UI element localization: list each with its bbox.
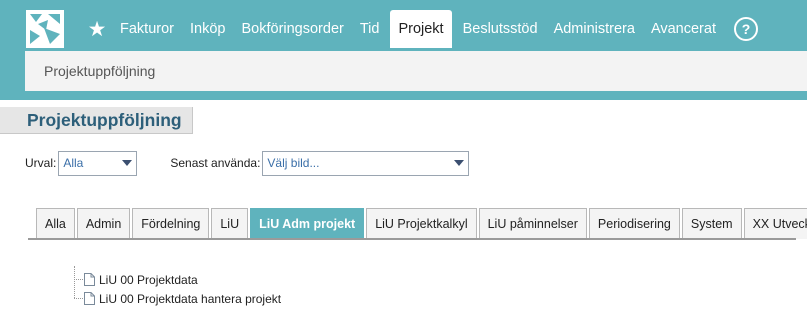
chevron-down-icon [122, 159, 133, 166]
breadcrumb: Projektuppföljning [25, 51, 807, 91]
app-logo-icon[interactable] [26, 10, 64, 48]
senast-anvanda-select[interactable]: Välj bild... [262, 150, 470, 176]
tab-fordelning[interactable]: Fördelning [132, 208, 210, 239]
tab-liu[interactable]: LiU [211, 208, 249, 239]
nav-item-tid[interactable]: Tid [352, 10, 388, 48]
document-icon [84, 292, 95, 305]
report-tree: LiU 00 Projektdata LiU 00 Projektdata ha… [74, 270, 281, 308]
tab-liu-adm-projekt[interactable]: LiU Adm projekt [250, 208, 365, 239]
urval-label: Urval: [25, 156, 57, 170]
chevron-down-icon [454, 159, 465, 166]
nav-item-fakturor[interactable]: Fakturor [112, 10, 182, 48]
nav-item-inkop[interactable]: Inköp [182, 10, 233, 48]
tree-item-label[interactable]: LiU 00 Projektdata [99, 273, 198, 287]
breadcrumb-label[interactable]: Projektuppföljning [44, 63, 155, 79]
nav-item-projekt[interactable]: Projekt [390, 10, 452, 48]
tree-branch [74, 298, 83, 299]
page-title: Projektuppföljning [27, 110, 182, 130]
tab-alla[interactable]: Alla [36, 208, 75, 239]
help-icon[interactable]: ? [733, 17, 758, 41]
tab-liu-paminnelser[interactable]: LiU påminnelser [478, 208, 587, 239]
tab-admin[interactable]: Admin [76, 208, 131, 239]
nav-item-avancerat[interactable]: Avancerat [643, 10, 724, 48]
senast-anvanda-value: Välj bild... [267, 156, 320, 170]
nav-item-beslutsstod[interactable]: Beslutsstöd [455, 10, 546, 48]
tree-item[interactable]: LiU 00 Projektdata hantera projekt [74, 289, 281, 308]
filter-row: Urval: Alla Senast använda: Välj bild... [25, 150, 470, 176]
nav-item-bokforingsorder[interactable]: Bokföringsorder [233, 10, 351, 48]
tab-periodisering[interactable]: Periodisering [588, 208, 680, 239]
tree-branch [74, 279, 83, 280]
tree-item[interactable]: LiU 00 Projektdata [74, 270, 281, 289]
star-icon[interactable]: ★ [82, 10, 112, 48]
title-divider [0, 133, 193, 134]
report-tabs: Alla Admin Fördelning LiU LiU Adm projek… [36, 208, 807, 239]
tab-xx-utveckling[interactable]: XX Utveckling [743, 208, 807, 239]
senast-anvanda-label: Senast använda: [170, 156, 261, 170]
nav-item-administrera[interactable]: Administrera [546, 10, 643, 48]
main-menu: ★ Fakturor Inköp Bokföringsorder Tid Pro… [82, 10, 758, 48]
tree-item-label[interactable]: LiU 00 Projektdata hantera projekt [99, 292, 281, 306]
urval-select[interactable]: Alla [58, 150, 138, 176]
document-icon [84, 273, 95, 286]
tab-system[interactable]: System [681, 208, 742, 239]
tab-liu-projektkalkyl[interactable]: LiU Projektkalkyl [366, 208, 477, 239]
tabs-divider [28, 238, 796, 240]
urval-value: Alla [63, 156, 84, 170]
